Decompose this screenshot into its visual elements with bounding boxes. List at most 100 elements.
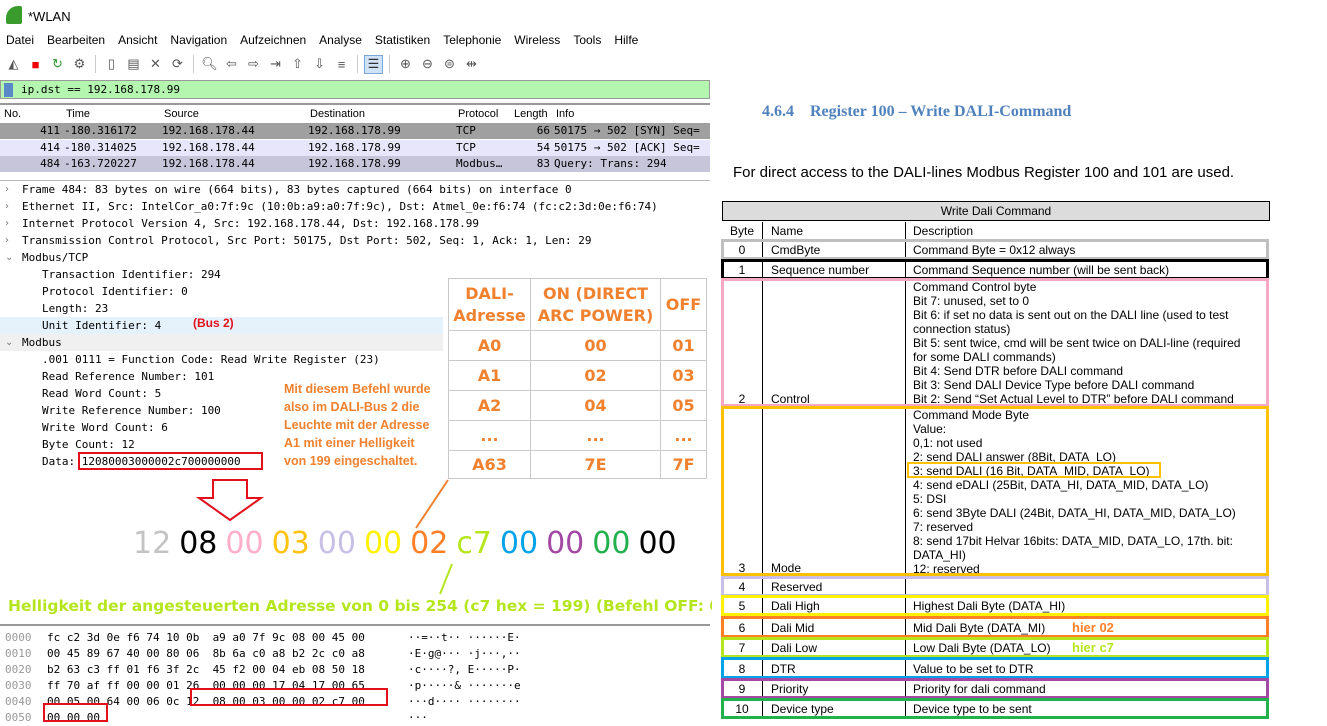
mode-highlight-frame (907, 462, 1161, 478)
down-arrow-icon (195, 479, 265, 522)
options-icon[interactable]: ⚙ (70, 55, 89, 74)
menu-item-datei[interactable]: Datei (6, 33, 34, 49)
hex-ascii[interactable]: ··=··t·· ······E· (408, 630, 521, 646)
data-byte: 00 (499, 526, 539, 561)
detail-line[interactable]: ⌄ Modbus/TCP (0, 249, 710, 266)
toolbar-separator (95, 55, 96, 73)
hex-offset: 0000 (5, 631, 32, 644)
bytes-highlight-box-2 (43, 703, 108, 722)
zoom-out-icon[interactable]: ⊖ (418, 55, 437, 74)
packet-row[interactable]: 411 -180.316172 192.168.178.44 192.168.178.… (0, 123, 710, 139)
expand-toggle-icon[interactable]: › (5, 181, 9, 198)
goto-icon[interactable]: ⇥ (266, 55, 285, 74)
toolbar-separator (357, 55, 358, 73)
hex-ascii[interactable]: ···d···· ········ (408, 694, 521, 710)
section-heading: 4.6.4 Register 100 – Write DALI-Command (762, 103, 1071, 121)
detail-line[interactable]: ⌄ Modbus (0, 334, 443, 351)
menu-item-tools[interactable]: Tools (573, 33, 601, 49)
packet-details-pane: › Frame 484: 83 bytes on wire (664 bits),… (0, 180, 710, 468)
column-header-no[interactable]: No. (4, 105, 21, 123)
hex-ascii[interactable]: ·c····?, E·····P· (408, 662, 521, 678)
column-header-length[interactable]: Length (514, 105, 548, 123)
menu-item-statistiken[interactable]: Statistiken (375, 33, 430, 49)
column-header-time[interactable]: Time (66, 105, 90, 123)
explanation-note: Mit diesem Befehl wurde also im DALI-Bus… (284, 382, 431, 468)
back-icon[interactable]: ⇦ (222, 55, 241, 74)
menu-item-aufzeichnen[interactable]: Aufzeichnen (240, 33, 306, 49)
dali-table-cell: A1 (448, 360, 531, 391)
menu-item-ansicht[interactable]: Ansicht (118, 33, 157, 49)
packet-info: 50175 → 502 [ACK] Seq= (554, 140, 700, 154)
section-title: Register 100 – Write DALI-Command (810, 103, 1072, 120)
zoom-in-icon[interactable]: ⊕ (396, 55, 415, 74)
dali-table-cell: A0 (448, 330, 531, 361)
packet-dst: 192.168.178.99 (308, 124, 401, 137)
close-icon[interactable]: ✕ (146, 55, 165, 74)
row-highlight-frame (721, 576, 1269, 597)
packet-row[interactable]: 484 -163.720227 192.168.178.44 192.168.178.… (0, 156, 710, 172)
colorize-icon[interactable]: ☰ (364, 54, 383, 74)
table-row: 8 DTR Value to be set to DTR (721, 657, 1270, 679)
dali-table-row: A0 00 01 (448, 330, 707, 361)
forward-icon[interactable]: ⇨ (244, 55, 263, 74)
menu-item-analyse[interactable]: Analyse (319, 33, 362, 49)
expand-toggle-icon[interactable]: › (5, 198, 9, 215)
detail-text: Transmission Control Protocol, Src Port:… (22, 234, 592, 247)
column-header-protocol[interactable]: Protocol (458, 105, 498, 123)
window-title: *WLAN (28, 9, 71, 24)
expand-toggle-icon[interactable]: › (5, 232, 9, 249)
data-byte: c7 (456, 526, 492, 561)
menu-item-navigation[interactable]: Navigation (170, 33, 227, 49)
menu-item-wireless[interactable]: Wireless (514, 33, 560, 49)
expand-toggle-icon[interactable]: › (5, 215, 9, 232)
hex-bytes[interactable]: b2 63 c3 ff 01 f6 3f 2c 45 f2 00 04 eb 0… (47, 662, 365, 678)
hex-bytes[interactable]: 00 45 89 67 40 00 80 06 8b 6a c0 a8 b2 2… (47, 646, 365, 662)
row-highlight-frame (721, 239, 1269, 260)
open-icon[interactable]: ▯ (102, 55, 121, 74)
reload-icon[interactable]: ⟳ (168, 55, 187, 74)
packet-row[interactable]: 414 -180.314025 192.168.178.44 192.168.178.… (0, 139, 710, 156)
toolbar-separator (389, 55, 390, 73)
restart-icon[interactable]: ↻ (48, 55, 67, 74)
expand-toggle-icon[interactable]: ⌄ (5, 334, 13, 351)
menu-item-bearbeiten[interactable]: Bearbeiten (47, 33, 105, 49)
menu-item-hilfe[interactable]: Hilfe (614, 33, 638, 49)
detail-line[interactable]: › Ethernet II, Src: IntelCor_a0:7f:9c (10… (0, 198, 710, 215)
dali-table-row: A2 04 05 (448, 390, 707, 421)
column-header-source[interactable]: Source (164, 105, 199, 123)
stop-icon[interactable]: ■ (26, 55, 45, 74)
data-byte: 00 (225, 526, 264, 561)
row-highlight-frame (721, 657, 1269, 679)
hex-ascii[interactable]: ·p·····& ·······e (408, 678, 521, 694)
display-filter-input[interactable]: ip.dst == 192.168.178.99 (0, 80, 710, 99)
resize-columns-icon[interactable]: ⇹ (462, 55, 481, 74)
bookmark-icon[interactable] (4, 83, 13, 97)
row-highlight-frame (721, 595, 1269, 616)
hex-bytes[interactable]: fc c2 3d 0e f6 74 10 0b a9 a0 7f 9c 08 0… (47, 630, 365, 646)
shark-fin-icon[interactable]: ◭ (4, 55, 23, 74)
packet-time: -180.316172 (64, 124, 137, 137)
hex-ascii[interactable]: ··· (408, 710, 428, 726)
dali-table-cell: A63 (448, 450, 531, 479)
menu-item-telephonie[interactable]: Telephonie (443, 33, 501, 49)
column-header-destination[interactable]: Destination (310, 105, 365, 123)
save-icon[interactable]: ▤ (124, 55, 143, 74)
detail-text: Read Reference Number: 101 (42, 370, 215, 383)
dali-table-cell: ... (530, 420, 661, 451)
section-number: 4.6.4 (762, 103, 794, 120)
column-header-info[interactable]: Info (556, 105, 574, 123)
autoscroll-icon[interactable]: ≡ (332, 55, 351, 74)
first-icon[interactable]: ⇧ (288, 55, 307, 74)
wireshark-logo-icon (6, 6, 22, 24)
last-icon[interactable]: ⇩ (310, 55, 329, 74)
hex-ascii[interactable]: ·E·g@··· ·j···,·· (408, 646, 521, 662)
detail-text: Write Word Count: 6 (42, 421, 168, 434)
detail-line[interactable]: › Frame 484: 83 bytes on wire (664 bits),… (0, 181, 710, 198)
detail-line[interactable]: › Internet Protocol Version 4, Src: 192.1… (0, 215, 710, 232)
zoom-normal-icon[interactable]: ⊜ (440, 55, 459, 74)
hex-offset: 0040 (5, 695, 32, 708)
expand-toggle-icon[interactable]: ⌄ (5, 249, 13, 266)
find-icon[interactable]: 🔍︎ (200, 55, 219, 74)
packet-src: 192.168.178.44 (162, 140, 255, 154)
detail-line[interactable]: › Transmission Control Protocol, Src Port… (0, 232, 710, 249)
